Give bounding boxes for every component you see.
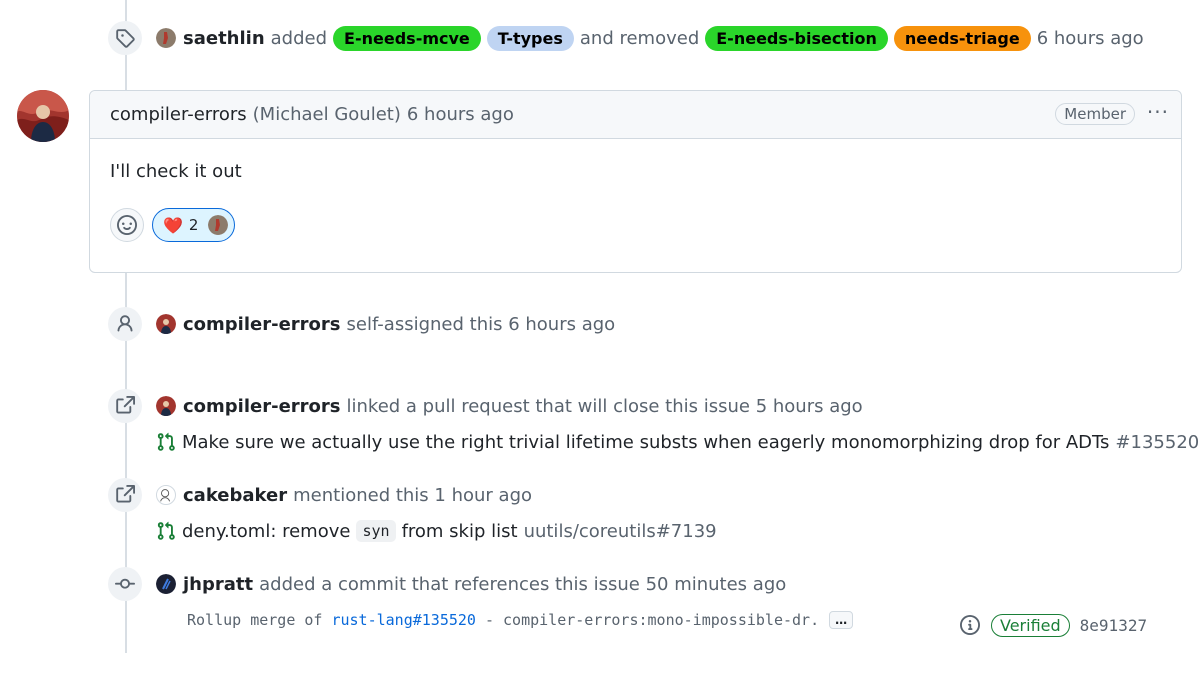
commit-event: jhpratt added a commit that references t… bbox=[156, 571, 786, 597]
comment: compiler-errors (Michael Goulet) 6 hours… bbox=[89, 90, 1182, 273]
pr-number-link[interactable]: uutils/coreutils#7139 bbox=[524, 521, 717, 542]
mention-event: cakebaker mentioned this 1 hour ago bbox=[156, 482, 532, 508]
cross-reference-icon bbox=[108, 478, 142, 512]
actor-link[interactable]: jhpratt bbox=[183, 574, 253, 595]
actor-link[interactable]: saethlin bbox=[183, 28, 265, 49]
pr-title-link[interactable]: from skip list bbox=[402, 521, 518, 542]
actor-link[interactable]: cakebaker bbox=[183, 485, 287, 506]
avatar bbox=[208, 215, 229, 235]
add-reaction-button[interactable] bbox=[110, 208, 144, 242]
heart-reaction-button[interactable]: ❤️ 2 bbox=[152, 208, 236, 242]
tag-icon bbox=[108, 21, 142, 55]
label-removed[interactable]: E-needs-bisection bbox=[705, 25, 888, 51]
linked-pr-event: compiler-errors linked a pull request th… bbox=[156, 393, 863, 419]
avatar[interactable] bbox=[156, 485, 176, 505]
expand-commit-button[interactable]: … bbox=[829, 611, 854, 629]
label-added[interactable]: E-needs-mcve bbox=[333, 25, 481, 51]
event-text: added a commit that references this issu… bbox=[259, 573, 787, 595]
actor-link[interactable]: compiler-errors bbox=[183, 314, 341, 335]
git-pull-request-icon bbox=[156, 432, 176, 452]
pr-title-link[interactable]: deny.toml: remove bbox=[182, 521, 350, 542]
git-commit-icon bbox=[108, 567, 142, 601]
linked-pr-item[interactable]: Make sure we actually use the right triv… bbox=[156, 429, 1199, 455]
avatar[interactable] bbox=[156, 574, 176, 594]
commit-meta: Verified 8e91327 bbox=[960, 612, 1147, 638]
commit-item: Rollup merge of rust-lang#135520 - compi… bbox=[187, 607, 854, 633]
labels-event: saethlin added E-needs-mcve T-types and … bbox=[156, 25, 1144, 51]
smiley-icon bbox=[117, 215, 137, 235]
avatar[interactable] bbox=[156, 396, 176, 416]
comment-timestamp[interactable]: 6 hours ago bbox=[407, 104, 514, 125]
git-pull-request-icon bbox=[156, 521, 176, 541]
actor-link[interactable]: compiler-errors bbox=[183, 396, 341, 417]
info-icon[interactable] bbox=[960, 615, 980, 635]
commit-message[interactable]: Rollup merge of bbox=[187, 611, 322, 629]
avatar[interactable] bbox=[156, 314, 176, 334]
heart-icon: ❤️ bbox=[163, 215, 183, 235]
event-text: self-assigned this 6 hours ago bbox=[346, 313, 616, 335]
pr-title-code: syn bbox=[356, 520, 396, 542]
mentioned-pr-item[interactable]: deny.toml: remove syn from skip list uut… bbox=[156, 518, 717, 544]
person-icon bbox=[108, 307, 142, 341]
assign-event: compiler-errors self-assigned this 6 hou… bbox=[156, 311, 615, 337]
event-text: added bbox=[270, 27, 328, 49]
pr-title-link[interactable]: Make sure we actually use the right triv… bbox=[182, 432, 1109, 453]
avatar[interactable] bbox=[17, 90, 69, 142]
kebab-icon[interactable]: ··· bbox=[1147, 100, 1169, 124]
commit-sha-link[interactable]: 8e91327 bbox=[1080, 616, 1147, 635]
commit-pr-link[interactable]: rust-lang#135520 bbox=[331, 611, 476, 629]
comment-body-text: I'll check it out bbox=[110, 161, 242, 182]
timestamp-link[interactable]: 6 hours ago bbox=[1037, 28, 1144, 49]
verified-badge[interactable]: Verified bbox=[991, 613, 1070, 637]
pr-number-link[interactable]: #135520 bbox=[1115, 432, 1199, 453]
label-added[interactable]: T-types bbox=[486, 25, 574, 51]
member-badge: Member bbox=[1055, 103, 1135, 125]
comment-header: compiler-errors (Michael Goulet) 6 hours… bbox=[90, 91, 1181, 139]
event-text: linked a pull request that will close th… bbox=[346, 395, 863, 417]
cross-reference-icon bbox=[108, 389, 142, 423]
comment-author[interactable]: compiler-errors bbox=[110, 104, 247, 125]
event-text: mentioned this 1 hour ago bbox=[293, 484, 533, 506]
commit-message[interactable]: - compiler-errors:mono-impossible-dr. bbox=[485, 611, 819, 629]
label-removed[interactable]: needs-triage bbox=[893, 25, 1031, 51]
comment-author-fullname: (Michael Goulet) bbox=[252, 104, 401, 125]
reaction-count: 2 bbox=[188, 216, 199, 234]
event-text: and removed bbox=[579, 27, 700, 49]
avatar[interactable] bbox=[156, 28, 176, 48]
